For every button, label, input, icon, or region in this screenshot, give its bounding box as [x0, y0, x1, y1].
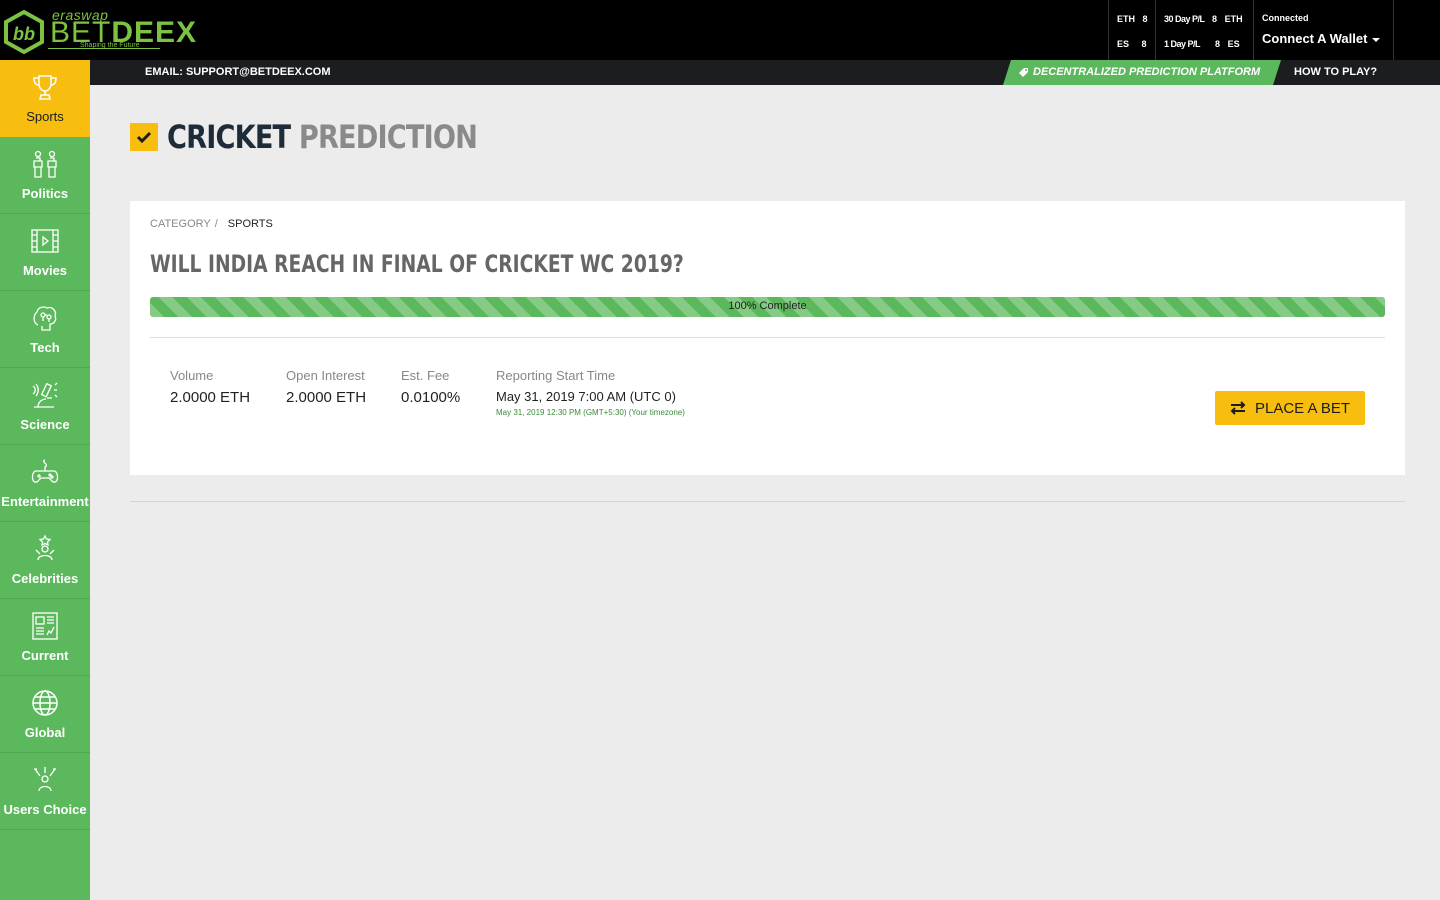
support-email[interactable]: EMAIL: SUPPORT@BETDEEX.COM: [145, 66, 331, 78]
1-day-pl: 1 Day P/L 8 ES: [1164, 39, 1240, 49]
est-fee-stat: Est. Fee 0.0100%: [401, 368, 460, 406]
platform-banner: DECENTRALIZED PREDICTION PLATFORM: [1003, 60, 1281, 85]
open-interest-stat: Open Interest 2.0000 ETH: [286, 368, 366, 406]
sub-header: EMAIL: SUPPORT@BETDEEX.COM DECENTRALIZED…: [90, 60, 1440, 85]
check-icon: [130, 123, 158, 151]
sidebar-item-users-choice[interactable]: Users Choice: [0, 753, 90, 830]
sidebar-item-label: Tech: [30, 340, 60, 355]
how-to-play-link[interactable]: HOW TO PLAY?: [1294, 66, 1377, 78]
sidebar-item-movies[interactable]: Movies: [0, 214, 90, 291]
sidebar-item-label: Global: [24, 725, 66, 740]
section-divider: [130, 501, 1405, 502]
politics-icon: [33, 150, 57, 178]
sidebar-item-science[interactable]: Science: [0, 368, 90, 445]
reporting-time-label: Reporting Start Time: [496, 368, 616, 383]
wallet-section: Connected Connect A Wallet: [1253, 0, 1394, 60]
sidebar-item-tech[interactable]: Tech: [0, 291, 90, 368]
sidebar-item-label: Movies: [22, 263, 68, 278]
place-bet-label: PLACE A BET: [1255, 400, 1351, 417]
progress-bar: 100% Complete: [150, 297, 1385, 317]
breadcrumb-current: SPORTS: [227, 218, 273, 230]
film-icon: [31, 229, 59, 253]
sidebar-item-label: Current: [21, 648, 69, 663]
open-interest-value: 2.0000 ETH: [286, 389, 367, 406]
progress-label: 100% Complete: [728, 300, 807, 312]
place-bet-button[interactable]: PLACE A BET: [1215, 391, 1365, 425]
sidebar-item-celebrities[interactable]: Celebrities: [0, 522, 90, 599]
sidebar-item-global[interactable]: Global: [0, 676, 90, 753]
sidebar-item-label: Science: [20, 417, 70, 432]
connect-wallet-dropdown[interactable]: Connect A Wallet: [1262, 31, 1381, 46]
breadcrumb-separator: /: [214, 218, 218, 230]
svg-text:bb: bb: [13, 24, 35, 44]
celebrity-icon: [35, 534, 55, 561]
open-interest-label: Open Interest: [286, 368, 365, 383]
reporting-time-local: May 31, 2019 12:30 PM (GMT+5:30) (Your t…: [496, 408, 685, 417]
users-choice-icon: [34, 767, 56, 792]
sidebar-item-entertainment[interactable]: Entertainment: [0, 445, 90, 522]
globe-icon: [32, 690, 58, 716]
volume-value: 2.0000 ETH: [170, 389, 251, 406]
sidebar-item-sports[interactable]: Sports: [0, 60, 90, 137]
30-day-pl: 30 Day P/L 8 ETH: [1164, 14, 1243, 24]
reporting-time-utc: May 31, 2019 7:00 AM (UTC 0): [496, 389, 676, 404]
sidebar-item-label: Celebrities: [11, 571, 79, 586]
est-fee-value: 0.0100%: [401, 389, 461, 406]
category-sidebar: Sports Politics Movies Tech Science Ente…: [0, 60, 90, 900]
pl-column: 30 Day P/L 8 ETH 1 Day P/L 8 ES: [1155, 0, 1253, 60]
caret-down-icon: [1372, 37, 1381, 42]
breadcrumb: CATEGORY / SPORTS: [150, 218, 273, 230]
sidebar-item-politics[interactable]: Politics: [0, 137, 90, 214]
top-header: bb eraswap BETDEEX Shaping the Future ET…: [0, 0, 1440, 60]
volume-stat: Volume 2.0000 ETH: [170, 368, 250, 406]
wallet-status: Connected: [1262, 13, 1309, 23]
eth-balance: ETH 8: [1117, 14, 1148, 24]
logo-badge-icon: bb: [4, 10, 44, 54]
newspaper-icon: [32, 612, 58, 640]
sidebar-item-label: Sports: [26, 109, 64, 124]
sidebar-item-label: Users Choice: [3, 802, 87, 817]
tag-icon: [1017, 66, 1029, 78]
breadcrumb-category[interactable]: CATEGORY: [150, 218, 211, 230]
volume-label: Volume: [170, 368, 214, 383]
trophy-icon: [33, 75, 57, 100]
betdeex-logo[interactable]: bb eraswap BETDEEX Shaping the Future: [0, 4, 196, 56]
sidebar-item-label: Entertainment: [1, 494, 89, 509]
page-title: CRICKET PREDICTION: [167, 118, 478, 156]
tech-brain-icon: [33, 306, 57, 331]
platform-text: DECENTRALIZED PREDICTION PLATFORM: [1033, 66, 1261, 78]
est-fee-label: Est. Fee: [401, 368, 450, 383]
exchange-arrows-icon: [1230, 401, 1246, 415]
prediction-question: WILL INDIA REACH IN FINAL OF CRICKET WC …: [150, 250, 684, 278]
divider: [150, 337, 1385, 338]
es-balance: ES 8: [1117, 39, 1147, 49]
microscope-icon: [32, 382, 58, 408]
gamepad-icon: [31, 459, 59, 483]
balance-column: ETH 8 ES 8: [1108, 0, 1155, 60]
prediction-card: CATEGORY / SPORTS WILL INDIA REACH IN FINA…: [130, 201, 1405, 475]
reporting-time-stat: Reporting Start Time May 31, 2019 7:00 A…: [496, 368, 685, 417]
sidebar-item-current[interactable]: Current: [0, 599, 90, 676]
sidebar-item-label: Politics: [21, 186, 69, 201]
logo-tagline: Shaping the Future: [80, 42, 140, 49]
